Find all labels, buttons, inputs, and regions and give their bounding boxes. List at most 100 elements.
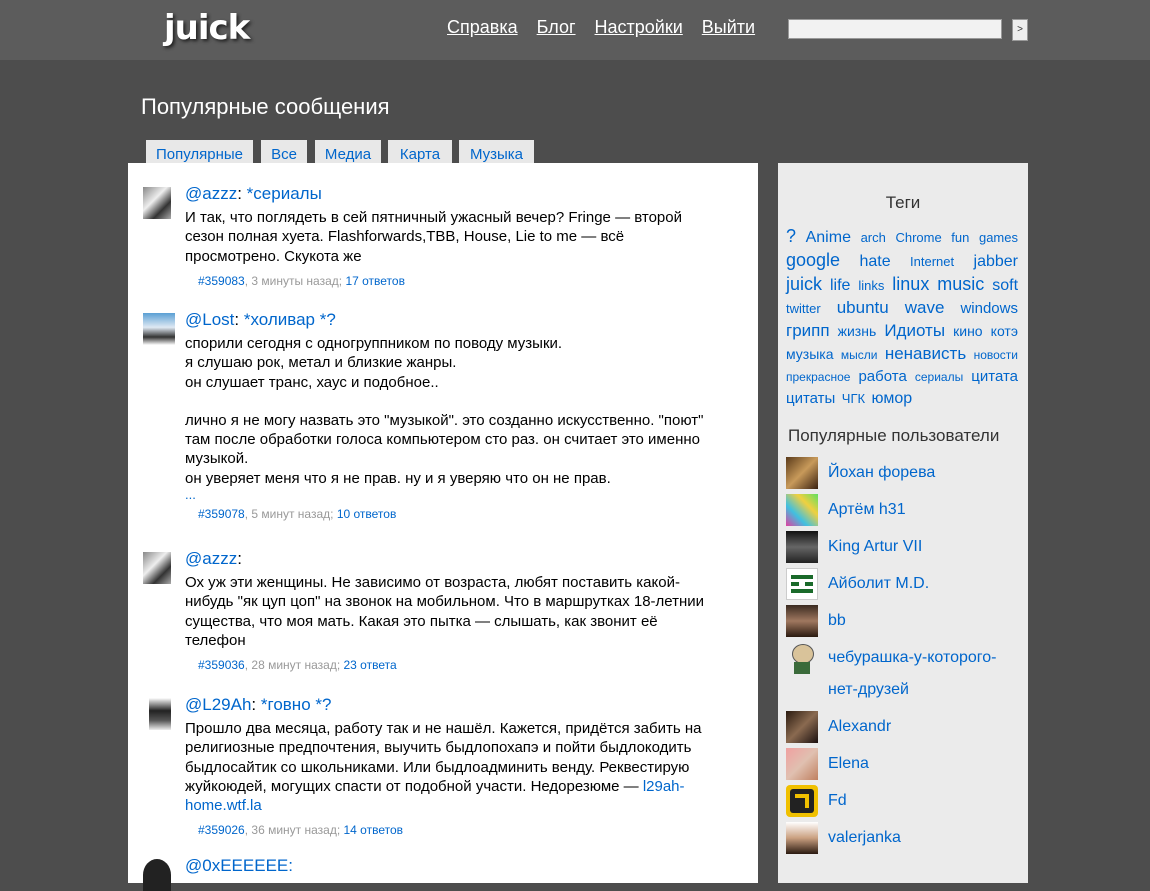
tag-link[interactable]: юмор [872,390,913,407]
user-avatar[interactable] [149,698,171,730]
tag-link[interactable]: ubuntu [837,298,889,317]
tag-link[interactable]: ЧГК [842,391,865,406]
message-id-link[interactable]: #359083 [198,274,245,288]
tab-media[interactable]: Медиа [315,140,381,163]
message-text-line: сезон полная хуета. Flashforwards,TBB, H… [185,228,625,246]
tag-link[interactable]: ? [786,226,796,246]
user-avatar[interactable] [786,711,818,743]
user-avatar[interactable] [786,785,818,817]
tag-link[interactable]: музыка [786,346,833,362]
user-avatar[interactable] [143,187,171,219]
user-name-link[interactable]: Fd [828,785,847,817]
tag-link[interactable]: Идиоты [884,321,945,340]
message-external-link[interactable]: l29ah- [643,778,685,795]
message-replies-link[interactable]: 10 ответов [337,507,397,521]
tag-link[interactable]: arch [861,230,886,245]
tag-link[interactable]: новости [974,348,1018,362]
user-avatar[interactable] [786,494,818,526]
message-text-line: религиозные предпочтения, выучить быдлоп… [185,739,692,757]
tag-link[interactable]: цитата [971,368,1018,385]
tag-link[interactable]: google [786,250,840,270]
tag-link[interactable]: links [858,278,884,293]
tag-link[interactable]: windows [960,300,1018,317]
user-name-link[interactable]: Elena [828,748,869,780]
user-name-link[interactable]: valerjanka [828,822,901,854]
search-button[interactable]: > [1012,19,1028,41]
tag-link[interactable]: сериалы [915,370,963,384]
user-avatar[interactable] [786,457,818,489]
message-id-link[interactable]: #359078 [198,507,245,521]
page-title: Популярные сообщения [141,94,390,119]
user-avatar[interactable] [786,642,818,674]
tag-link[interactable]: Internet [910,254,954,269]
message-replies-link[interactable]: 17 ответов [345,274,405,288]
tag-link[interactable]: Chrome [895,230,941,245]
user-name-link[interactable]: Йохан форева [828,457,935,489]
message-id-link[interactable]: #359026 [198,823,245,837]
user-avatar[interactable] [143,552,171,584]
tag-link[interactable]: life [830,277,850,294]
tag-link[interactable]: мысли [841,348,878,362]
nav-logout-link[interactable]: Выйти [702,17,755,37]
tag-link[interactable]: работа [858,368,906,385]
message-author-link[interactable]: @azzz [185,549,237,568]
message-author-link[interactable]: @L29Ah [185,695,251,714]
message-tags-link[interactable]: *сериалы [247,184,322,203]
tag-link[interactable]: цитаты [786,390,835,407]
tag-link[interactable]: juick [786,274,822,294]
user-name-link[interactable]: King Artur VII [828,531,922,563]
message-external-link[interactable]: home.wtf.la [185,797,262,814]
tag-link[interactable]: wave [905,298,945,317]
user-avatar[interactable] [143,859,171,891]
tag-link[interactable]: soft [992,277,1018,294]
tag-link[interactable]: прекрасное [786,370,850,384]
user-name-link[interactable]: bb [828,605,846,637]
tag-link[interactable]: fun [951,230,969,245]
tag-link[interactable]: music [937,274,984,294]
message-tags-link[interactable]: *говно *? [261,695,332,714]
tab-map[interactable]: Карта [388,140,452,163]
user-avatar[interactable] [786,531,818,563]
nav-help-link[interactable]: Справка [447,17,518,37]
tag-link[interactable]: games [979,230,1018,245]
nav-settings-link[interactable]: Настройки [595,17,683,37]
message-tags-link[interactable]: *холивар *? [244,310,336,329]
message-time: 5 минут назад [251,507,331,522]
tag-link[interactable]: жизнь [838,323,877,339]
message-author-link[interactable]: @azzz [185,184,237,203]
popular-user[interactable]: чебурашка-у-которого- нет-друзей [786,642,1022,706]
tag-link[interactable]: hate [859,253,890,270]
message-author-link[interactable]: @0xEEEEEE: [185,856,293,875]
tag-link[interactable]: jabber [974,253,1018,270]
tab-all[interactable]: Все [261,140,307,163]
user-name-link[interactable]: Артём h31 [828,494,906,526]
message-replies-link[interactable]: 14 ответов [344,823,404,837]
message-text-line: жуйкоюдей, могущих спасти от подобной уч… [185,777,685,795]
nav-blog-link[interactable]: Блог [537,17,576,37]
juick-logo[interactable]: juick [164,8,250,48]
user-avatar[interactable] [143,313,175,345]
user-avatar[interactable] [786,822,818,854]
message-id-link[interactable]: #359036 [198,658,245,672]
tag-link[interactable]: linux [892,274,929,294]
user-name-link-continued[interactable]: нет-друзей [828,674,909,706]
read-more-link[interactable]: ... [185,488,735,501]
user-avatar[interactable] [786,748,818,780]
tag-link[interactable]: грипп [786,321,830,340]
user-avatar[interactable] [786,605,818,637]
user-avatar[interactable] [786,568,818,600]
user-name-link[interactable]: Айболит M.D. [828,568,929,600]
user-name-link[interactable]: Alexandr [828,711,891,743]
tag-link[interactable]: twitter [786,301,821,316]
user-name-link[interactable]: чебурашка-у-которого- [828,642,997,674]
tag-link[interactable]: кино [953,323,982,339]
tag-link[interactable]: котэ [991,323,1018,339]
message-author-link[interactable]: @Lost [185,310,234,329]
search-input[interactable] [788,19,1002,39]
tag-link[interactable]: ненависть [885,344,966,363]
message-text-line: быдлосайтик со школьниками. Или быдлоадм… [185,758,690,776]
tab-popular[interactable]: Популярные [146,140,253,163]
tag-link[interactable]: Anime [806,229,851,246]
tab-music[interactable]: Музыка [459,140,534,163]
message-replies-link[interactable]: 23 ответа [344,658,397,672]
